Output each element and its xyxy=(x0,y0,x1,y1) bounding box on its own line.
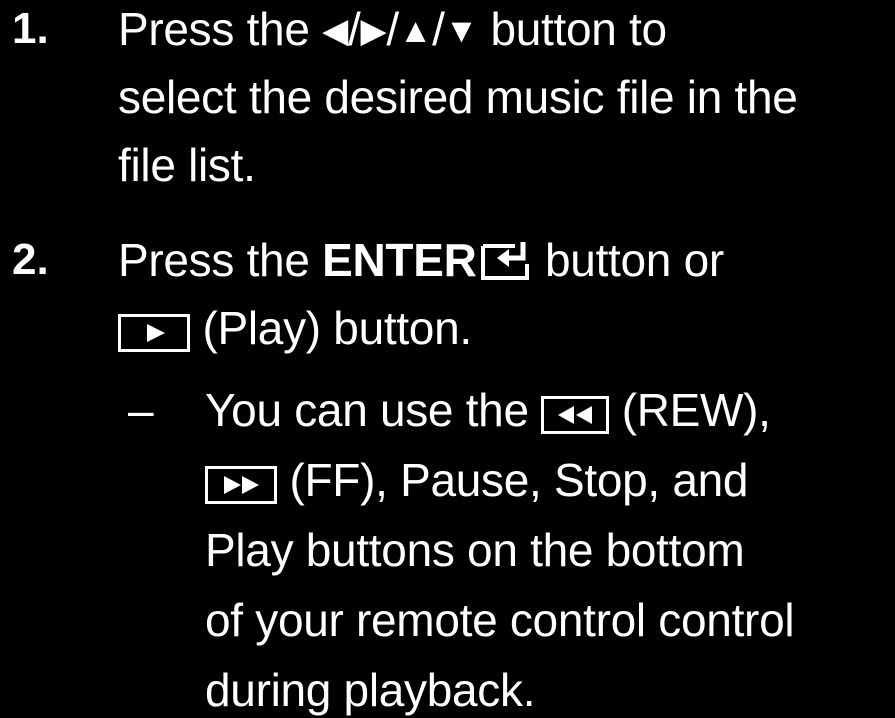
step-1-line-3: file list. xyxy=(118,139,256,191)
note-line-4: of your remote control control xyxy=(205,594,795,646)
step-1-line-1: Press the ◀/▶/▲/▼ button to xyxy=(118,3,667,55)
note-line-2: (FF), Pause, Stop, and xyxy=(205,445,749,515)
enter-icon xyxy=(477,231,533,280)
arrow-right-icon: ▶ xyxy=(360,12,387,50)
step-1-line-2: select the desired music file in the xyxy=(118,71,798,123)
arrow-left-icon: ◀ xyxy=(322,12,348,50)
step-2-line-1: Press the ENTER button or xyxy=(118,225,724,295)
instruction-page: 1. Press the ◀/▶/▲/▼ button to select th… xyxy=(0,0,895,718)
note-line-1: You can use the (REW), xyxy=(205,384,771,436)
arrow-down-icon: ▼ xyxy=(444,12,479,50)
step-2-line-2: (Play) button. xyxy=(118,293,472,363)
enter-label: ENTER xyxy=(322,234,477,286)
step-number: 2. xyxy=(12,235,49,284)
arrow-up-icon: ▲ xyxy=(398,12,433,50)
note-line-5: during playback. xyxy=(205,664,536,716)
note-dash: – xyxy=(128,384,154,436)
rewind-icon xyxy=(541,396,610,434)
step-number: 1. xyxy=(12,4,49,53)
fast-forward-icon xyxy=(205,466,277,504)
play-icon xyxy=(118,314,190,352)
note-line-3: Play buttons on the bottom xyxy=(205,524,745,576)
